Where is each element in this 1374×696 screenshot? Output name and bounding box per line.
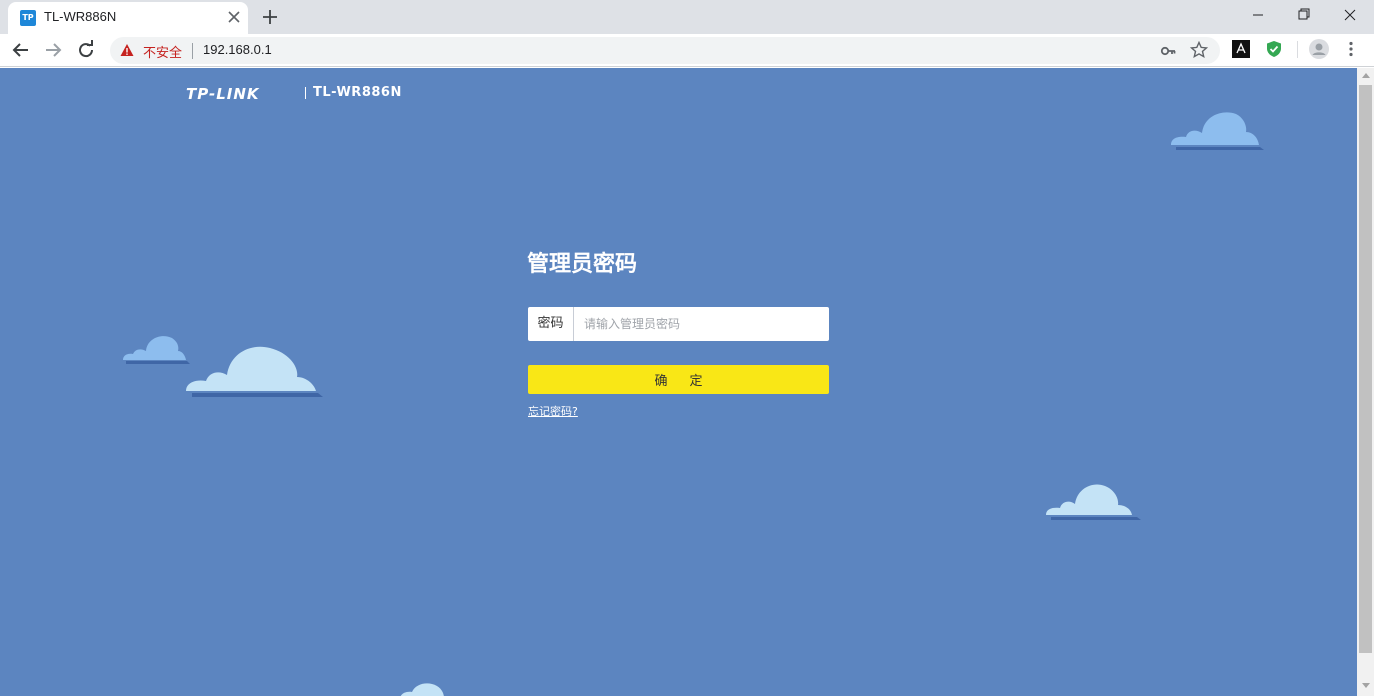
extension-icon[interactable] [1232, 40, 1250, 58]
browser-tab[interactable]: TP TL-WR886N [8, 2, 248, 34]
logo-divider [305, 87, 306, 99]
tab-title: TL-WR886N [44, 9, 117, 24]
toolbar-divider [1297, 41, 1298, 58]
cloud-icon [1046, 484, 1141, 520]
omnibox-divider [192, 43, 193, 59]
tab-strip: TP TL-WR886N [0, 0, 1374, 34]
confirm-button[interactable]: 确定 [528, 365, 829, 394]
address-bar[interactable]: 不安全 192.168.0.1 [110, 37, 1220, 64]
close-icon[interactable] [224, 7, 244, 27]
password-field: 密码 [528, 307, 829, 341]
shield-check-icon[interactable] [1265, 40, 1283, 58]
back-arrow-icon[interactable] [9, 38, 33, 62]
password-label: 密码 [528, 307, 574, 341]
model-name: TL-WR886N [313, 85, 402, 100]
warning-icon[interactable] [120, 43, 134, 57]
cloud-icon [1171, 112, 1264, 150]
minimize-icon[interactable] [1235, 0, 1281, 30]
scrollbar[interactable] [1357, 68, 1374, 696]
cloud-icon [400, 683, 444, 696]
tplink-favicon-icon: TP [20, 10, 36, 26]
scroll-up-icon[interactable] [1362, 73, 1370, 78]
tplink-logo: TP-LINK [186, 85, 260, 103]
forward-arrow-icon[interactable] [41, 38, 65, 62]
browser-toolbar: 不安全 192.168.0.1 [0, 34, 1374, 67]
restore-icon[interactable] [1281, 0, 1327, 30]
new-tab-icon[interactable] [259, 6, 281, 28]
cloud-icon [186, 346, 323, 397]
profile-avatar-icon[interactable] [1309, 39, 1329, 59]
password-input[interactable] [575, 307, 829, 341]
bookmark-star-icon[interactable] [1190, 41, 1208, 59]
forgot-password-link[interactable]: 忘记密码? [528, 403, 578, 419]
login-page: TP-LINK TL-WR886N 管理员密码 密码 确定 忘记密码? [0, 68, 1357, 696]
page-title: 管理员密码 [527, 252, 638, 277]
scroll-down-icon[interactable] [1362, 683, 1370, 688]
scroll-thumb[interactable] [1359, 85, 1372, 653]
reload-icon[interactable] [74, 38, 98, 62]
url-text[interactable]: 192.168.0.1 [203, 42, 272, 57]
key-icon[interactable] [1159, 42, 1177, 60]
security-status[interactable]: 不安全 [143, 42, 182, 61]
cloud-icon [123, 336, 190, 364]
menu-dots-icon[interactable] [1342, 40, 1360, 58]
window-close-icon[interactable] [1327, 0, 1373, 30]
